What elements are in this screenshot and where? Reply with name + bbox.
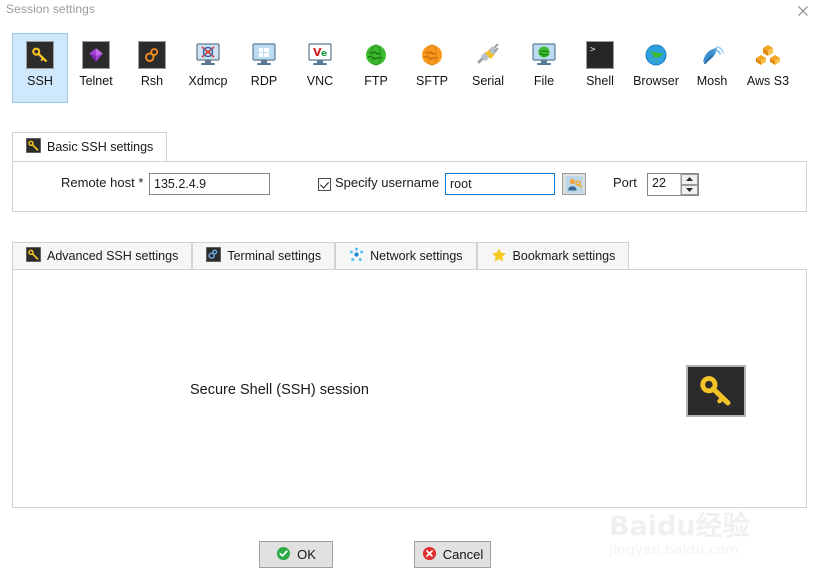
cancel-button[interactable]: Cancel [414, 541, 491, 568]
close-icon[interactable] [793, 2, 813, 20]
svg-text:e: e [321, 49, 327, 59]
secondary-tabstrip: Advanced SSH settings Terminal settings [12, 240, 630, 269]
protocol-label: Serial [472, 74, 504, 88]
terminal-icon [205, 246, 222, 265]
protocol-xdmcp[interactable]: Xdmcp [180, 33, 236, 103]
basic-settings-panel: Remote host * Specify username Port 22 [12, 161, 807, 212]
sftp-globe-icon [417, 40, 447, 70]
session-description: Secure Shell (SSH) session [190, 382, 369, 398]
protocol-browser[interactable]: Browser [628, 33, 684, 103]
remote-host-label: Remote host * [61, 175, 144, 190]
baidu-watermark: Baidu经验 jingyan.baidu.com [609, 512, 814, 574]
browser-globe-icon [641, 40, 671, 70]
user-key-icon[interactable] [562, 173, 586, 195]
tab-label: Terminal settings [227, 249, 322, 263]
specify-username-label: Specify username [335, 175, 440, 190]
check-circle-icon [276, 546, 291, 564]
port-value[interactable]: 22 [648, 174, 680, 195]
protocol-ssh[interactable]: SSH [12, 33, 68, 103]
remote-host-input[interactable] [149, 173, 270, 195]
tab-label: Bookmark settings [512, 249, 616, 263]
vnc-icon: V e [305, 40, 335, 70]
tab-network-settings[interactable]: Network settings [335, 242, 477, 269]
rsh-gears-icon [137, 40, 167, 70]
protocol-label: File [533, 74, 555, 88]
rdp-windows-icon [249, 40, 279, 70]
protocol-label: Aws S3 [746, 74, 790, 88]
protocol-label: Rsh [140, 74, 164, 88]
ssh-key-icon [25, 246, 42, 265]
chevron-up-icon[interactable] [681, 174, 698, 185]
svg-text:>: > [590, 45, 596, 55]
protocol-ftp[interactable]: FTP [348, 33, 404, 103]
cancel-button-label: Cancel [442, 547, 484, 562]
page-title: Session settings [6, 2, 95, 16]
port-stepper[interactable]: 22 [647, 173, 699, 196]
chevron-down-icon[interactable] [681, 184, 698, 195]
mosh-dish-icon [697, 40, 727, 70]
watermark-brand: Baidu [609, 511, 696, 542]
port-label: Port [613, 175, 637, 190]
ok-button[interactable]: OK [259, 541, 333, 568]
watermark-cjk: 经验 [695, 511, 750, 542]
specify-username-checkbox[interactable] [318, 178, 331, 191]
watermark-url: jingyan.baidu.com [609, 542, 739, 558]
protocol-label: RDP [250, 74, 278, 88]
protocol-telnet[interactable]: Telnet [68, 33, 124, 103]
protocol-file[interactable]: File [516, 33, 572, 103]
tab-advanced-ssh-settings[interactable]: Advanced SSH settings [12, 242, 193, 269]
username-input[interactable] [445, 173, 555, 195]
tab-label: Basic SSH settings [47, 140, 154, 154]
telnet-gem-icon [81, 40, 111, 70]
protocol-label: Xdmcp [188, 74, 228, 88]
port-spin-arrows[interactable] [680, 174, 698, 195]
protocol-aws-s3[interactable]: Aws S3 [740, 33, 796, 103]
protocol-label: VNC [306, 74, 334, 88]
protocol-label: Shell [586, 74, 614, 88]
tab-terminal-settings[interactable]: Terminal settings [192, 242, 336, 269]
protocol-label: Telnet [79, 74, 113, 88]
file-monitor-icon [529, 40, 559, 70]
protocol-mosh[interactable]: Mosh [684, 33, 740, 103]
ssh-key-icon [25, 40, 55, 70]
serial-plug-icon [473, 40, 503, 70]
basic-settings-tabstrip: Basic SSH settings [12, 132, 168, 161]
x-circle-icon [422, 546, 437, 564]
network-nodes-icon [349, 247, 364, 265]
ok-button-label: OK [297, 547, 316, 562]
ftp-globe-icon [361, 40, 391, 70]
protocol-label: Browser [633, 74, 679, 88]
tab-bookmark-settings[interactable]: Bookmark settings [476, 242, 630, 269]
protocol-label: Mosh [696, 74, 728, 88]
protocol-serial[interactable]: Serial [460, 33, 516, 103]
session-settings-dialog: Session settings SSH Telnet Rsh Xdmcp RD… [0, 0, 819, 588]
aws-s3-icon [753, 40, 783, 70]
protocol-vnc[interactable]: V e VNC [292, 33, 348, 103]
protocol-rsh[interactable]: Rsh [124, 33, 180, 103]
tab-label: Network settings [370, 249, 463, 263]
ssh-key-icon [686, 365, 746, 417]
protocol-shell[interactable]: > Shell [572, 33, 628, 103]
xdmcp-x-icon [193, 40, 223, 70]
protocol-toolbar: SSH Telnet Rsh Xdmcp RDP V e VNC FTP SFT… [12, 33, 807, 103]
tab-label: Advanced SSH settings [47, 249, 179, 263]
title-bar: Session settings [0, 0, 819, 22]
ssh-key-icon [25, 137, 42, 156]
protocol-label: FTP [364, 74, 388, 88]
shell-prompt-icon: > [585, 40, 615, 70]
tab-basic-ssh-settings[interactable]: Basic SSH settings [12, 132, 168, 161]
star-icon [491, 247, 507, 266]
protocol-sftp[interactable]: SFTP [404, 33, 460, 103]
protocol-label: SFTP [416, 74, 448, 88]
protocol-rdp[interactable]: RDP [236, 33, 292, 103]
protocol-label: SSH [27, 74, 53, 88]
